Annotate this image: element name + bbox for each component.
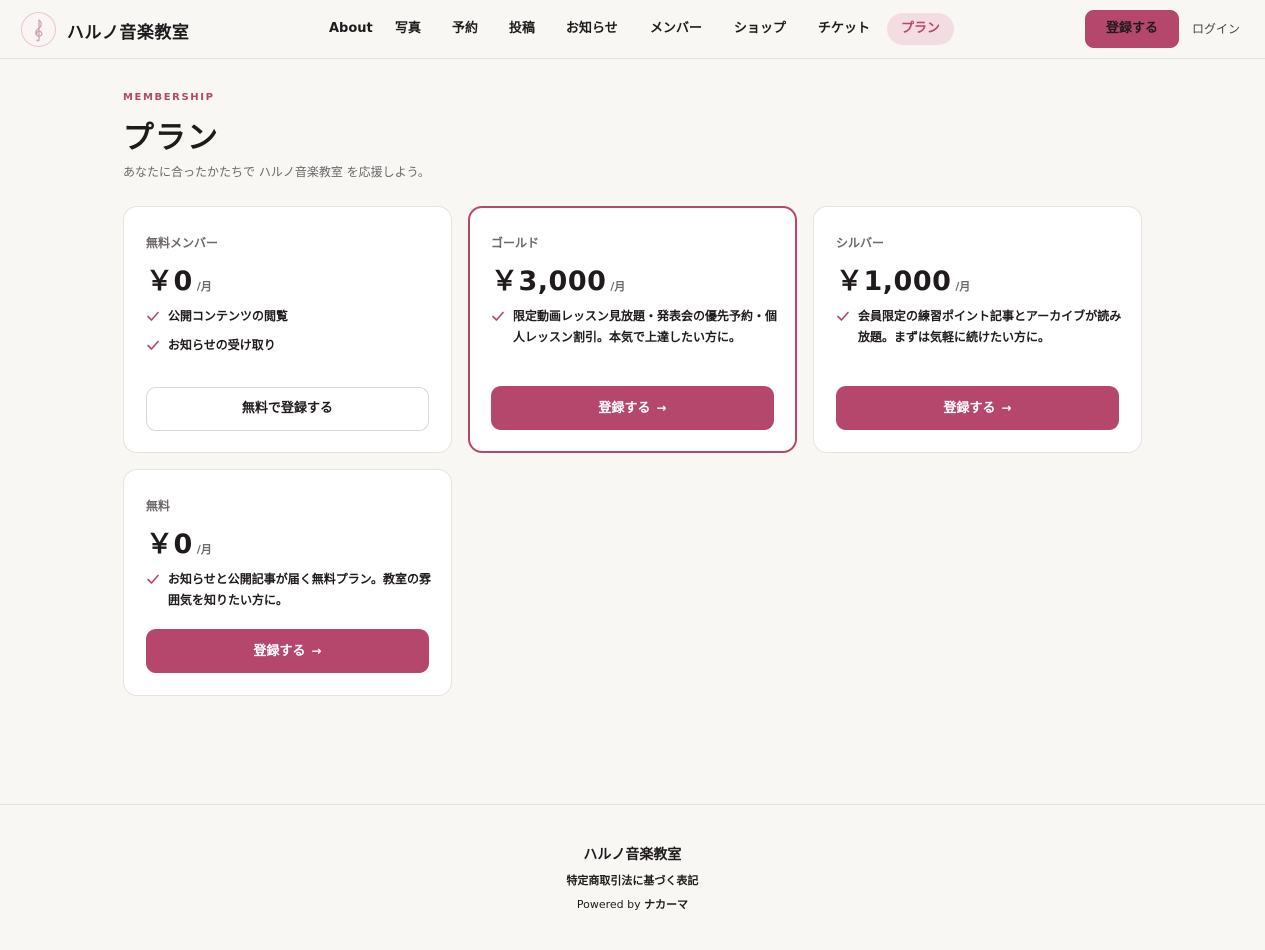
plan-price: ￥0	[146, 529, 193, 560]
feature-text: 公開コンテンツの閲覧	[168, 309, 289, 323]
arrow-right-icon: →	[656, 401, 667, 415]
powered-by-prefix: Powered by	[576, 898, 641, 911]
feature-list: お知らせと公開記事が届く無料プラン。教室の雰囲気を知りたい方に。	[146, 569, 432, 618]
site-footer: ハルノ音楽教室 特定商取引法に基づく表記 Powered by ナカーマ	[0, 804, 1265, 950]
plan-name: 無料メンバー	[146, 236, 219, 250]
nav-item-booking[interactable]: 予約	[452, 13, 478, 45]
register-free-plan-button[interactable]: 登録する →	[146, 629, 429, 673]
arrow-right-icon: →	[311, 644, 322, 658]
plan-card-free: 無料 ￥0/月 お知らせと公開記事が届く無料プラン。教室の雰囲気を知りたい方に。…	[123, 469, 452, 696]
nav-item-tickets[interactable]: チケット	[818, 13, 870, 45]
nav-item-members[interactable]: メンバー	[650, 13, 702, 45]
check-icon	[147, 340, 159, 350]
check-icon	[147, 574, 159, 584]
feature-list: 会員限定の練習ポイント記事とアーカイブが読み放題。まずは気軽に続けたい方に。	[836, 306, 1122, 355]
feature-text: 会員限定の練習ポイント記事とアーカイブが読み放題。まずは気軽に続けたい方に。	[858, 309, 1122, 344]
plan-card-gold: ゴールド ￥3,000/月 限定動画レッスン見放題・発表会の優先予約・個人レッス…	[468, 206, 797, 453]
price-period: /月	[196, 543, 212, 556]
check-icon	[837, 311, 849, 321]
price-period: /月	[955, 280, 971, 293]
price-row: ￥0/月	[146, 522, 212, 561]
feature-list: 公開コンテンツの閲覧 お知らせの受け取り	[146, 306, 432, 363]
button-label: 登録する	[253, 644, 306, 659]
button-label: 登録する	[943, 401, 996, 416]
powered-by-link[interactable]: ナカーマ	[644, 898, 688, 911]
feature-item: 公開コンテンツの閲覧	[146, 306, 432, 327]
register-silver-button[interactable]: 登録する →	[836, 386, 1119, 430]
footer-brand: ハルノ音楽教室	[583, 847, 682, 863]
nav-item-news[interactable]: お知らせ	[566, 13, 618, 45]
button-label: 登録する	[598, 401, 651, 416]
nav-item-photos[interactable]: 写真	[395, 13, 421, 45]
section-eyebrow: MEMBERSHIP	[123, 92, 215, 103]
plan-name: 無料	[146, 499, 171, 513]
register-gold-button[interactable]: 登録する →	[491, 386, 774, 430]
treble-clef-icon	[34, 18, 42, 41]
feature-item: 限定動画レッスン見放題・発表会の優先予約・個人レッスン割引。本気で上達したい方に…	[491, 306, 777, 347]
plan-card-silver: シルバー ￥1,000/月 会員限定の練習ポイント記事とアーカイブが読み放題。ま…	[813, 206, 1142, 453]
check-icon	[147, 311, 159, 321]
feature-text: 限定動画レッスン見放題・発表会の優先予約・個人レッスン割引。本気で上達したい方に…	[513, 309, 778, 344]
page-subtitle: あなたに合ったかたちで ハルノ音楽教室 を応援しよう。	[123, 165, 430, 179]
price-period: /月	[196, 280, 212, 293]
feature-item: 会員限定の練習ポイント記事とアーカイブが読み放題。まずは気軽に続けたい方に。	[836, 306, 1122, 347]
register-button[interactable]: 登録する	[1085, 10, 1179, 48]
logo[interactable]	[21, 12, 56, 47]
powered-by: Powered by ナカーマ	[0, 896, 1265, 912]
site-header: ハルノ音楽教室 About 写真 予約 投稿 お知らせ メンバー ショップ チケ…	[0, 0, 1265, 59]
nav-item-shop[interactable]: ショップ	[734, 13, 786, 45]
legal-notice-link[interactable]: 特定商取引法に基づく表記	[0, 872, 1265, 888]
plan-price: ￥0	[146, 266, 193, 297]
price-row: ￥1,000/月	[836, 259, 970, 298]
nav-item-plans[interactable]: プラン	[887, 13, 955, 45]
nav-item-about[interactable]: About	[329, 13, 373, 45]
register-free-button[interactable]: 無料で登録する	[146, 387, 429, 431]
nav-item-posts[interactable]: 投稿	[509, 13, 535, 45]
feature-text: お知らせと公開記事が届く無料プラン。教室の雰囲気を知りたい方に。	[168, 572, 432, 607]
price-row: ￥3,000/月	[491, 259, 625, 298]
plan-name: ゴールド	[491, 236, 540, 250]
arrow-right-icon: →	[1001, 401, 1012, 415]
check-icon	[492, 311, 504, 321]
price-period: /月	[610, 280, 626, 293]
feature-list: 限定動画レッスン見放題・発表会の優先予約・個人レッスン割引。本気で上達したい方に…	[491, 306, 777, 355]
feature-item: お知らせの受け取り	[146, 335, 432, 356]
plan-name: シルバー	[836, 236, 885, 250]
feature-text: お知らせの受け取り	[168, 337, 276, 352]
plan-card-free-member: 無料メンバー ￥0/月 公開コンテンツの閲覧 お知らせの受け取り 無料で登録する	[123, 206, 452, 453]
feature-item: お知らせと公開記事が届く無料プラン。教室の雰囲気を知りたい方に。	[146, 569, 432, 610]
login-link[interactable]: ログイン	[1192, 20, 1240, 37]
brand-name[interactable]: ハルノ音楽教室	[67, 18, 190, 43]
plan-price: ￥3,000	[491, 266, 607, 297]
price-row: ￥0/月	[146, 259, 212, 298]
plan-price: ￥1,000	[836, 266, 952, 297]
page-title: プラン	[123, 120, 219, 156]
